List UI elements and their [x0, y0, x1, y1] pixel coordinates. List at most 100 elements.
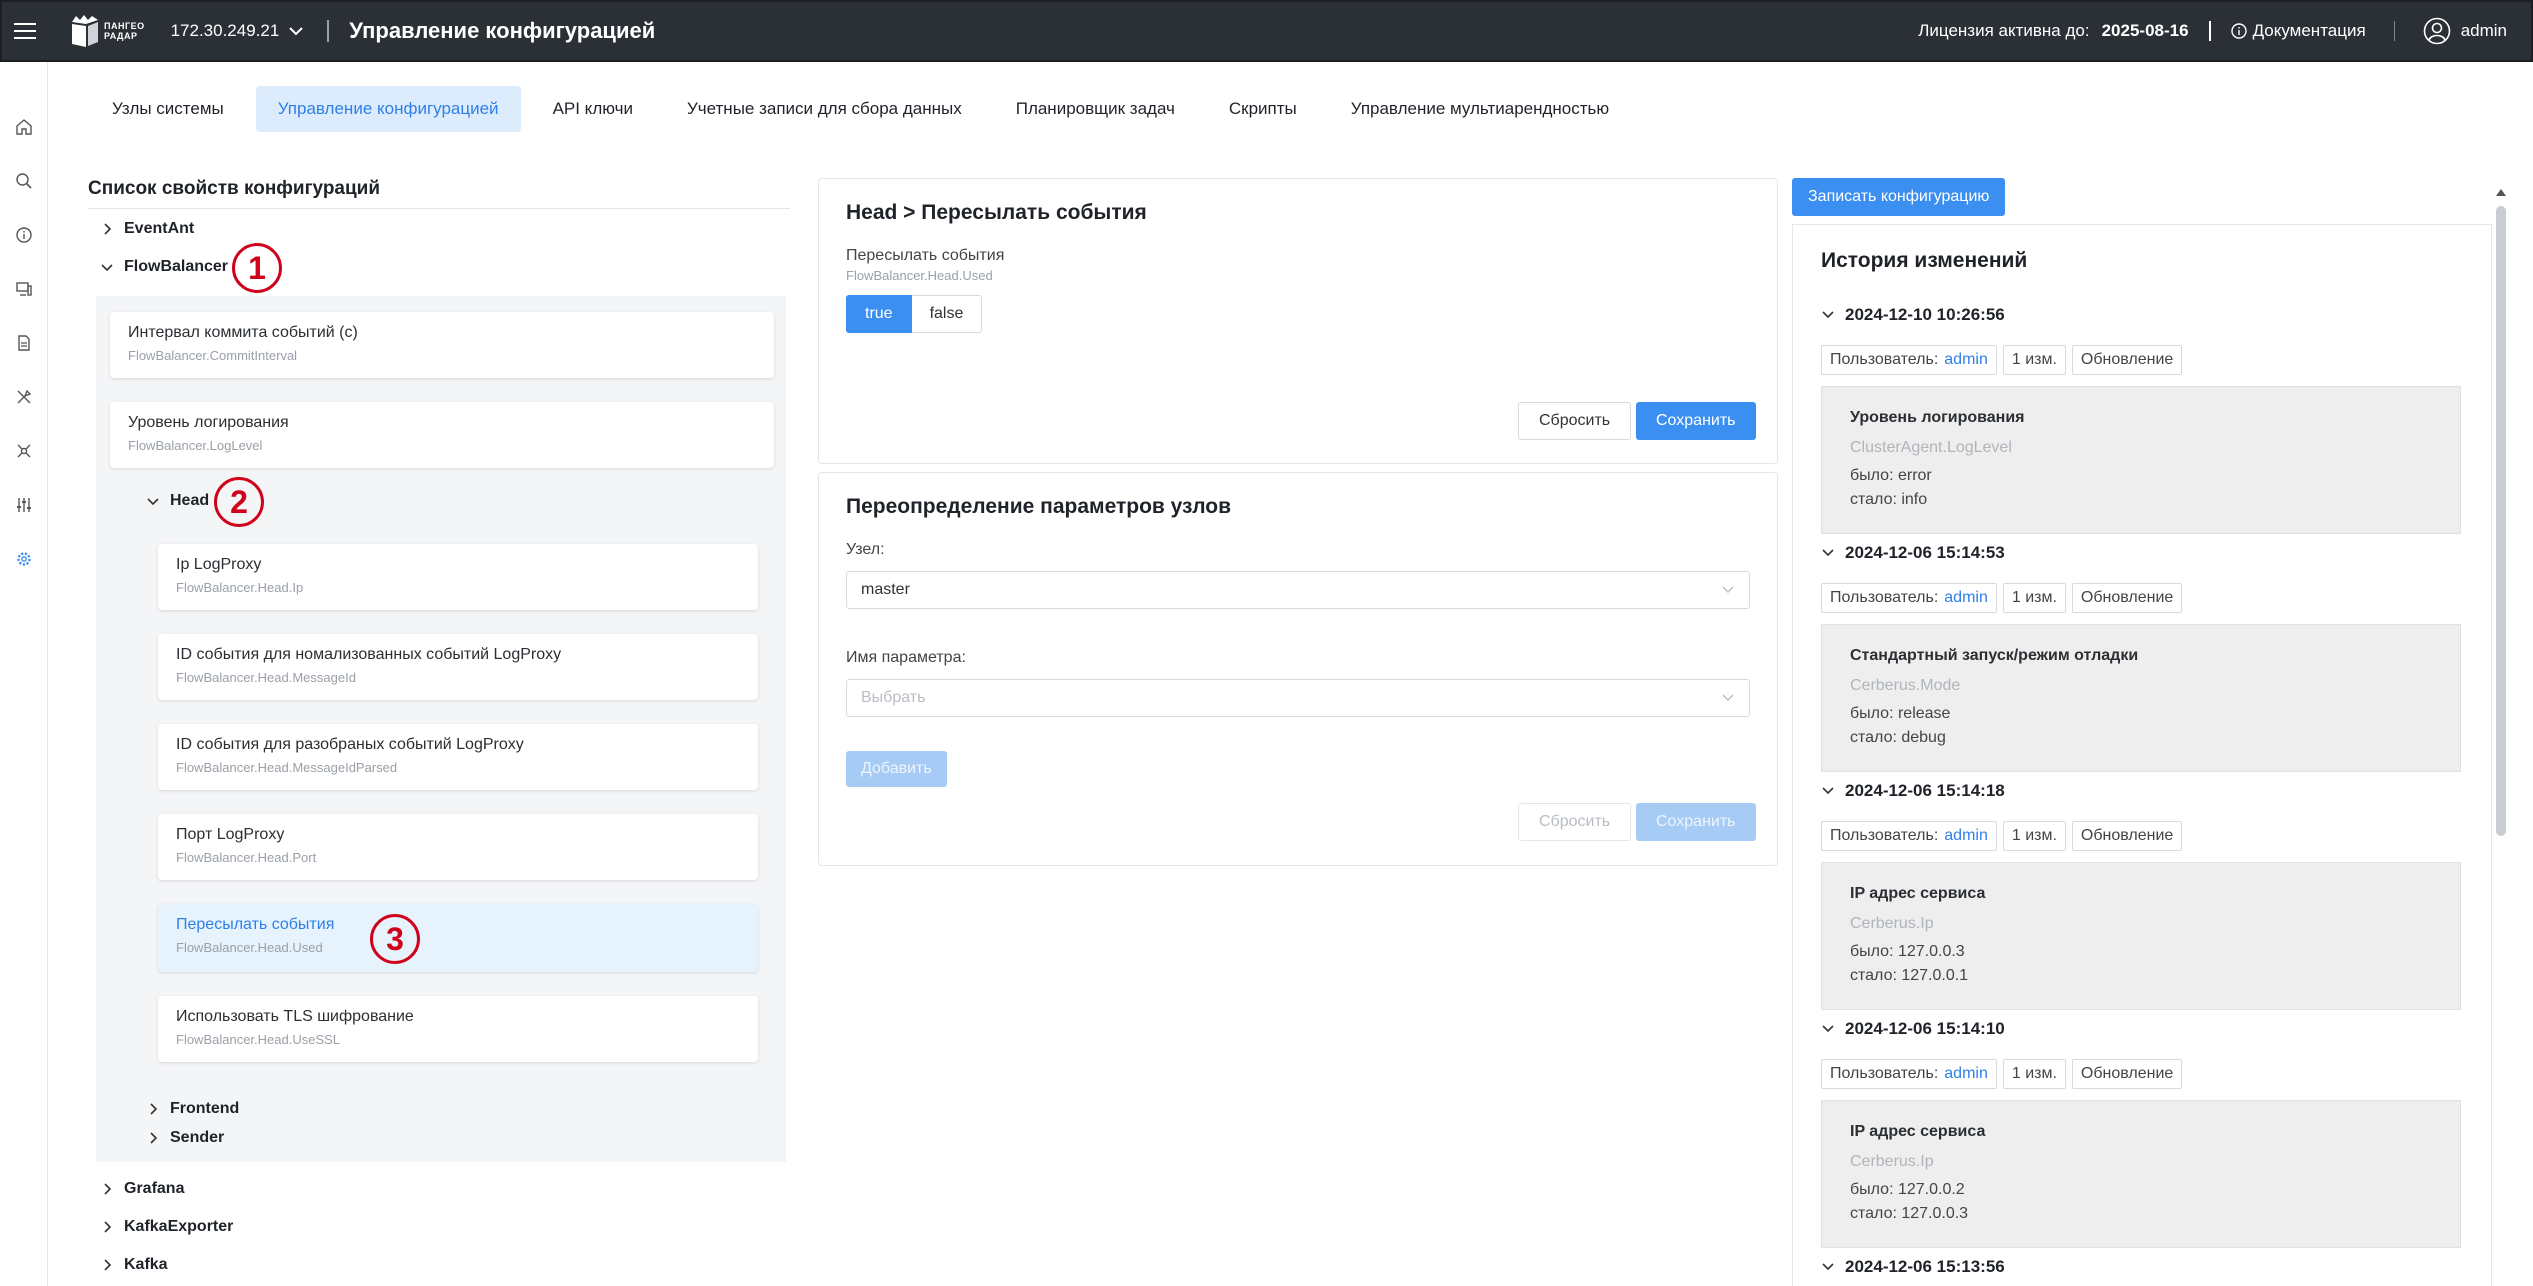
tree-node-kafkaexporter[interactable]: KafkaExporter: [100, 1218, 233, 1236]
boolean-toggle: true false: [846, 295, 983, 333]
divider: [88, 208, 790, 209]
rail-settings-sliders[interactable]: [0, 478, 48, 532]
type-tag: Обновление: [2071, 821, 2183, 851]
change-was: было: 127.0.0.2: [1850, 1181, 1965, 1198]
history-entry-toggle[interactable]: 2024-12-06 15:13:56: [1821, 1257, 2005, 1277]
count-tag: 1 изм.: [2002, 583, 2066, 613]
tab-api-keys[interactable]: API ключи: [531, 86, 655, 132]
tab-scripts[interactable]: Скрипты: [1207, 86, 1319, 132]
tree-node-sender[interactable]: Sender: [146, 1129, 224, 1147]
save-button[interactable]: Сохранить: [1636, 402, 1756, 440]
card-title: Использовать TLS шифрование: [176, 1008, 414, 1025]
rail-monitor[interactable]: [0, 262, 48, 316]
tab-multitenancy[interactable]: Управление мультиарендностью: [1329, 86, 1631, 132]
field-label: Пересылать события: [846, 247, 1005, 264]
add-button[interactable]: Добавить: [846, 751, 947, 787]
config-card-head-port[interactable]: Порт LogProxy FlowBalancer.Head.Port: [158, 814, 758, 880]
tree-node-eventant[interactable]: EventAnt: [100, 220, 194, 238]
documentation-link[interactable]: Документация: [2230, 21, 2366, 41]
history-entry-toggle[interactable]: 2024-12-06 15:14:53: [1821, 543, 2005, 563]
card-key: FlowBalancer.CommitInterval: [128, 348, 298, 363]
chevron-down-icon: [1822, 549, 1834, 557]
tree-node-head[interactable]: Head: [146, 492, 209, 510]
rail-home[interactable]: [0, 100, 48, 154]
chevron-down-icon: [1822, 1263, 1834, 1271]
divider: [327, 20, 330, 42]
card-key: FlowBalancer.Head.MessageIdParsed: [176, 760, 398, 775]
param-select-placeholder: Выбрать: [861, 689, 926, 706]
user-link[interactable]: admin: [1944, 1065, 1988, 1083]
network-icon: [17, 444, 31, 458]
tree-node-grafana[interactable]: Grafana: [100, 1180, 184, 1198]
card-key: FlowBalancer.Head.Ip: [176, 580, 304, 595]
type-tag: Обновление: [2071, 1059, 2183, 1089]
card-title: ID события для разобраных событий LogPro…: [176, 736, 524, 753]
user-link[interactable]: admin: [1944, 827, 1988, 845]
user-link[interactable]: admin: [1944, 589, 1988, 607]
config-card-head-message-id-parsed[interactable]: ID события для разобраных событий LogPro…: [158, 724, 758, 790]
history-entry-date: 2024-12-06 15:14:53: [1845, 543, 2005, 562]
change-key: Cerberus.Mode: [1850, 677, 1961, 694]
card-key: FlowBalancer.Head.MessageId: [176, 670, 356, 685]
top-bar: ПАНГЕО РАДАР 172.30.249.21 Управление ко…: [0, 0, 2533, 62]
change-name: IP адрес сервиса: [1850, 1123, 1986, 1140]
host-label: 172.30.249.21: [170, 21, 280, 40]
override-reset-button[interactable]: Сбросить: [1518, 803, 1632, 841]
override-save-button[interactable]: Сохранить: [1636, 803, 1756, 841]
override-title: Переопределение параметров узлов: [846, 495, 1232, 518]
user-name: admin: [2460, 21, 2507, 40]
logo-line-1: ПАНГЕО: [104, 21, 145, 31]
rail-network[interactable]: [0, 424, 48, 478]
chevron-down-icon: [1722, 586, 1734, 593]
change-now: стало: info: [1850, 491, 1928, 508]
card-title: ID события для номализованных событий Lo…: [176, 646, 562, 663]
rail-documents[interactable]: [0, 316, 48, 370]
license-date: 2025-08-16: [2101, 21, 2189, 40]
history-entry-tags: Пользователь: admin 1 изм. Обновление: [1821, 345, 2183, 375]
rail-configuration[interactable]: [0, 532, 48, 586]
user-menu[interactable]: admin: [2423, 17, 2507, 45]
tree-node-kafka[interactable]: Kafka: [100, 1256, 168, 1274]
config-card-head-use-ssl[interactable]: Использовать TLS шифрование FlowBalancer…: [158, 996, 758, 1062]
config-card-commit-interval[interactable]: Интервал коммита событий (с) FlowBalance…: [110, 312, 774, 378]
user-link[interactable]: admin: [1944, 351, 1988, 369]
tab-collection-accounts[interactable]: Учетные записи для сбора данных: [665, 86, 984, 132]
tree-node-label: EventAnt: [124, 220, 195, 237]
config-card-log-level[interactable]: Уровень логирования FlowBalancer.LogLeve…: [110, 402, 774, 468]
card-key: FlowBalancer.Head.Used: [176, 940, 323, 955]
history-scrollbar-thumb[interactable]: [2496, 206, 2506, 836]
documentation-label: Документация: [2252, 21, 2366, 40]
node-select[interactable]: master: [846, 571, 1750, 609]
tab-bar: Узлы системы Управление конфигурацией AP…: [90, 86, 1641, 132]
rail-search[interactable]: [0, 154, 48, 208]
change-now: стало: 127.0.0.1: [1850, 967, 1969, 984]
history-entry-toggle[interactable]: 2024-12-06 15:14:10: [1821, 1019, 2005, 1039]
param-select[interactable]: Выбрать: [846, 679, 1750, 717]
card-key: FlowBalancer.Head.Port: [176, 850, 317, 865]
option-false[interactable]: false: [911, 295, 983, 333]
rail-tools[interactable]: [0, 370, 48, 424]
logo: ПАНГЕО РАДАР: [70, 14, 145, 48]
side-rail: [0, 62, 48, 1286]
change-name: Стандартный запуск/режим отладки: [1850, 647, 2139, 664]
host-selector[interactable]: 172.30.249.21: [171, 21, 304, 41]
scroll-up-icon[interactable]: [2494, 186, 2508, 198]
tab-configuration[interactable]: Управление конфигурацией: [255, 86, 521, 132]
tree-node-flowbalancer[interactable]: FlowBalancer: [100, 258, 228, 276]
history-entry-toggle[interactable]: 2024-12-10 10:26:56: [1821, 305, 2005, 325]
tab-task-scheduler[interactable]: Планировщик задач: [994, 86, 1197, 132]
config-card-head-used[interactable]: Пересылать события FlowBalancer.Head.Use…: [158, 904, 758, 972]
reset-button[interactable]: Сбросить: [1518, 402, 1632, 440]
config-card-head-ip[interactable]: Ip LogProxy FlowBalancer.Head.Ip: [158, 544, 758, 610]
tab-system-nodes[interactable]: Узлы системы: [90, 86, 246, 132]
config-card-head-message-id[interactable]: ID события для номализованных событий Lo…: [158, 634, 758, 700]
rail-info[interactable]: [0, 208, 48, 262]
write-configuration-button[interactable]: Записать конфигурацию: [1792, 178, 2006, 216]
tree-node-frontend[interactable]: Frontend: [146, 1100, 239, 1118]
gear-icon: [17, 552, 31, 566]
card-title: Ip LogProxy: [176, 556, 262, 573]
history-entry-toggle[interactable]: 2024-12-06 15:14:18: [1821, 781, 2005, 801]
menu-icon[interactable]: [14, 23, 36, 39]
chevron-down-icon: [1722, 694, 1734, 701]
option-true[interactable]: true: [846, 295, 912, 333]
